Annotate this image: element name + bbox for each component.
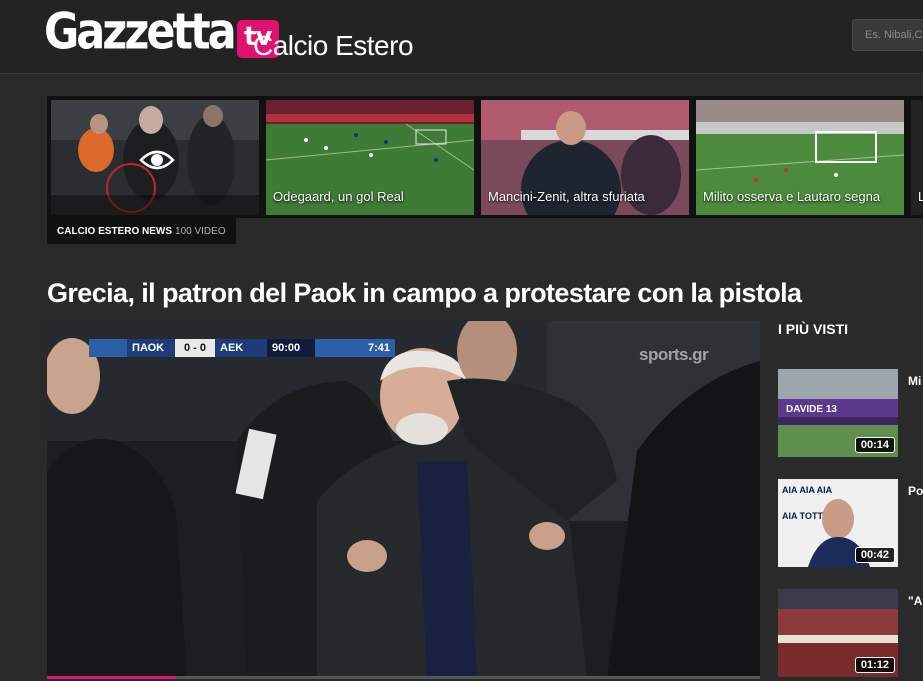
most-viewed-title: "A l' (908, 594, 923, 608)
match-time: 90:00 (267, 339, 315, 357)
match-score: 0 - 0 (175, 339, 215, 357)
playlist-count: 100 VIDEO (175, 225, 226, 237)
logo-wordmark: Gazzetta (44, 3, 237, 62)
video-duration: 00:42 (854, 547, 895, 563)
most-viewed-item[interactable]: DAVIDE 13 00:14 Mi co (778, 369, 923, 461)
carousel-item[interactable]: Milito osserva e Lautaro segna (696, 100, 904, 215)
carousel-item[interactable]: Mancini-Zenit, altra sfuriata (481, 100, 689, 215)
most-viewed-item[interactable]: 01:12 "A l' (778, 589, 923, 681)
most-viewed-title: Mi co (908, 374, 923, 388)
video-player[interactable]: ΠΑΟΚ 0 - 0 AEK 90:00 7:41 sports.gr (47, 321, 760, 679)
section-title: Calcio Estero (253, 30, 414, 61)
video-frame (47, 321, 760, 679)
most-viewed-thumbnail: 01:12 (778, 589, 898, 677)
most-viewed-heading: I PIÙ VISTI (778, 321, 849, 337)
carousel-caption: Odegaard, un gol Real (273, 189, 404, 204)
carousel-item-current[interactable] (51, 100, 259, 215)
search-input[interactable]: Es. Nibali,C (852, 19, 923, 51)
video-duration: 01:12 (854, 657, 895, 673)
carousel-caption: Mancini-Zenit, altra sfuriata (488, 189, 645, 204)
svg-text:DAVIDE 13: DAVIDE 13 (786, 404, 837, 415)
carousel-caption: Milito osserva e Lautaro segna (703, 189, 881, 204)
eye-icon (139, 150, 175, 170)
svg-text:AIA TOTT: AIA TOTT (782, 511, 823, 521)
most-viewed-item[interactable]: AIA AIA AIA AIA TOTT 00:42 Po "A (778, 479, 923, 571)
top-header: Gazzetta tv Calcio Estero Es. Nibali,C (0, 0, 923, 74)
gazzetta-tv-logo[interactable]: Gazzetta tv (44, 3, 279, 62)
broadcaster-logo (89, 339, 127, 357)
carousel-caption: L (918, 189, 923, 205)
broadcast-watermark: sports.gr (639, 345, 709, 364)
video-title: Grecia, il patron del Paok in campo a pr… (47, 278, 802, 308)
carousel-item[interactable]: Odegaard, un gol Real (266, 100, 474, 215)
playlist-name: Calcio Estero News (57, 225, 173, 237)
added-time: 7:41 (315, 339, 395, 357)
video-duration: 00:14 (854, 437, 895, 453)
carousel-item[interactable]: L (911, 100, 923, 215)
most-viewed-thumbnail: DAVIDE 13 00:14 (778, 369, 898, 457)
most-viewed-thumbnail: AIA AIA AIA AIA TOTT 00:42 (778, 479, 898, 567)
away-team: AEK (215, 339, 267, 357)
most-viewed-title: Po "A (908, 484, 923, 498)
video-carousel: Odegaard, un gol Real Mancini-Zenit, alt… (47, 96, 923, 218)
svg-text:AIA AIA AIA: AIA AIA AIA (782, 485, 833, 495)
scoreboard-overlay: ΠΑΟΚ 0 - 0 AEK 90:00 7:41 (89, 339, 395, 357)
home-team: ΠΑΟΚ (127, 339, 175, 357)
playlist-label[interactable]: Calcio Estero News 100 VIDEO (47, 218, 236, 244)
